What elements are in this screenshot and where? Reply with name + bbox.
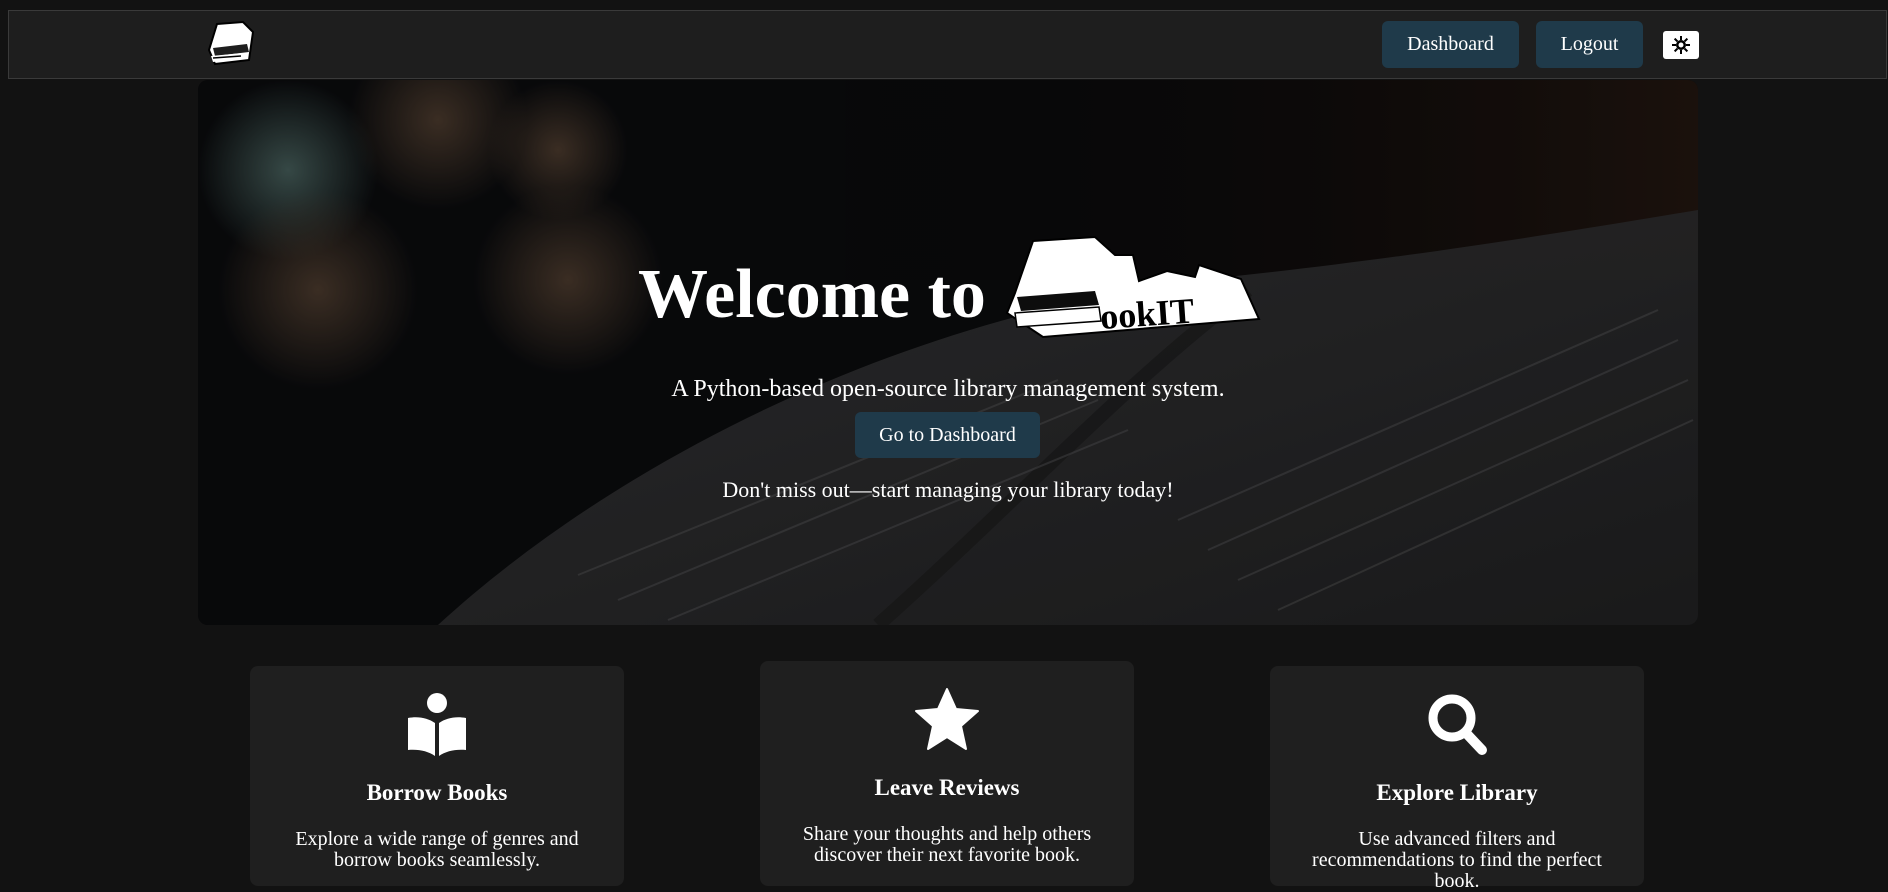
open-book-reader-icon	[408, 693, 466, 756]
feature-card-explore-library: Explore Library Use advanced filters and…	[1270, 666, 1644, 892]
sun-gear-icon	[1672, 36, 1690, 54]
hero-section: Welcome to ookIT A Python-based open-sou…	[198, 80, 1698, 625]
dashboard-button[interactable]: Dashboard	[1382, 21, 1519, 68]
feature-description: Share your thoughts and help others disc…	[802, 823, 1092, 866]
star-icon	[915, 688, 979, 750]
svg-text:ookIT: ookIT	[1099, 291, 1196, 337]
feature-title: Borrow Books	[366, 780, 508, 805]
bookit-brand-logo: ookIT	[1005, 235, 1261, 339]
feature-card-borrow-books: Borrow Books Explore a wide range of gen…	[250, 666, 624, 886]
magnifier-icon	[1428, 694, 1487, 755]
hero-heading: Welcome to	[638, 256, 986, 333]
book-stack-icon[interactable]	[203, 20, 267, 70]
feature-description: Use advanced filters and recommendations…	[1312, 828, 1602, 892]
hero-note: Don't miss out—start managing your libra…	[722, 477, 1174, 502]
feature-description: Explore a wide range of genres and borro…	[295, 828, 579, 871]
logout-button[interactable]: Logout	[1536, 21, 1643, 68]
feature-title: Explore Library	[1376, 780, 1538, 805]
top-navbar: Dashboard Logout	[8, 10, 1887, 79]
go-to-dashboard-button[interactable]: Go to Dashboard	[855, 412, 1040, 458]
hero-tagline: A Python-based open-source library manag…	[671, 376, 1225, 402]
theme-toggle-button[interactable]	[1663, 31, 1699, 59]
feature-title: Leave Reviews	[874, 775, 1020, 800]
feature-card-leave-reviews: Leave Reviews Share your thoughts and he…	[760, 661, 1134, 886]
hero-content: Welcome to ookIT A Python-based open-sou…	[198, 80, 1698, 625]
